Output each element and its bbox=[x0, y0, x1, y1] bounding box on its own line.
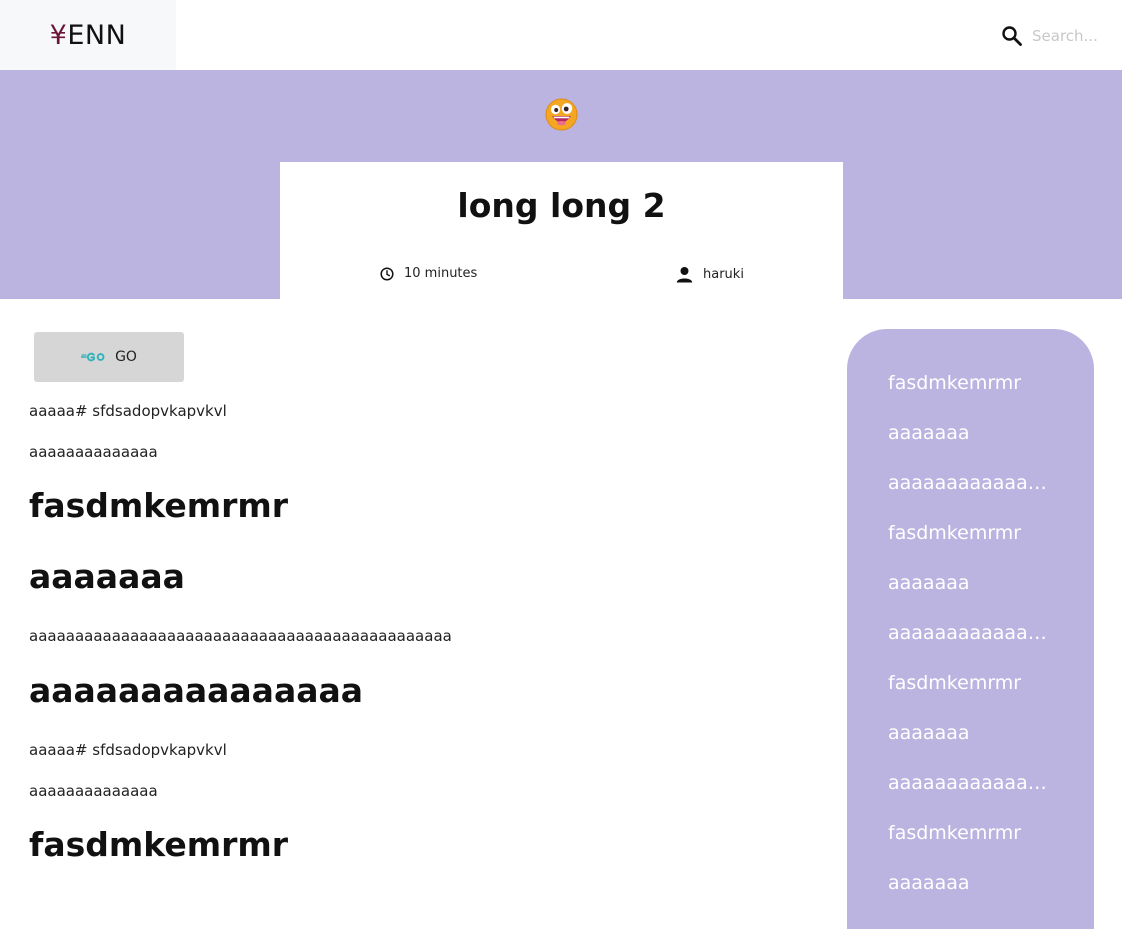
toc-item[interactable]: fasdmkemrmr bbox=[888, 372, 1048, 394]
go-logo-icon bbox=[81, 352, 115, 362]
table-of-contents: fasdmkemrmr aaaaaaa aaaaaaaaaaaaaaa fasd… bbox=[847, 329, 1094, 929]
post-header-card: long long 2 10 minutes haruki bbox=[280, 162, 843, 299]
tag-label: GO bbox=[115, 349, 137, 365]
toc-item[interactable]: aaaaaaaaaaaaaaa bbox=[888, 772, 1048, 794]
read-time: 10 minutes bbox=[380, 266, 477, 281]
toc-item[interactable]: fasdmkemrmr bbox=[888, 822, 1048, 844]
paragraph: aaaaaaaaaaaaaaaaaaaaaaaaaaaaaaaaaaaaaaaa… bbox=[29, 627, 452, 645]
toc-item[interactable]: aaaaaaa bbox=[888, 422, 1048, 444]
author: haruki bbox=[676, 266, 744, 283]
site-header: ¥ ENN bbox=[0, 0, 1122, 70]
toc-item[interactable]: fasdmkemrmr bbox=[888, 672, 1048, 694]
person-icon bbox=[676, 266, 703, 283]
toc-item[interactable]: aaaaaaa bbox=[888, 722, 1048, 744]
clock-icon bbox=[380, 266, 404, 281]
tag-go-button[interactable]: GO bbox=[34, 332, 184, 382]
logo-yen-symbol: ¥ bbox=[49, 19, 68, 51]
paragraph: aaaaa# sfdsadopvkapvkvl bbox=[29, 741, 227, 759]
read-time-label: 10 minutes bbox=[404, 266, 478, 281]
post-title: long long 2 bbox=[457, 186, 666, 225]
toc-item[interactable]: fasdmkemrmr bbox=[888, 522, 1048, 544]
section-heading: fasdmkemrmr bbox=[29, 825, 289, 864]
search-icon[interactable] bbox=[1000, 24, 1024, 48]
zany-face-emoji-icon bbox=[545, 98, 578, 131]
paragraph: aaaaaaaaaaaaaa bbox=[29, 443, 158, 461]
paragraph: aaaaa# sfdsadopvkapvkvl bbox=[29, 402, 227, 420]
toc-item[interactable]: aaaaaaaaaaaaaaa bbox=[888, 472, 1048, 494]
section-heading: aaaaaaa bbox=[29, 557, 185, 596]
toc-item[interactable]: aaaaaaa bbox=[888, 572, 1048, 594]
paragraph: aaaaaaaaaaaaaa bbox=[29, 782, 158, 800]
site-logo[interactable]: ¥ ENN bbox=[0, 0, 176, 70]
toc-item[interactable]: aaaaaaa bbox=[888, 872, 1048, 894]
toc-item[interactable]: aaaaaaaaaaaaaaa bbox=[888, 622, 1048, 644]
logo-text: ENN bbox=[67, 19, 127, 51]
section-heading: aaaaaaaaaaaaaaa bbox=[29, 671, 364, 710]
search-input[interactable] bbox=[1032, 25, 1104, 47]
search-box bbox=[1000, 22, 1104, 50]
author-name: haruki bbox=[703, 267, 744, 282]
section-heading: fasdmkemrmr bbox=[29, 486, 289, 525]
